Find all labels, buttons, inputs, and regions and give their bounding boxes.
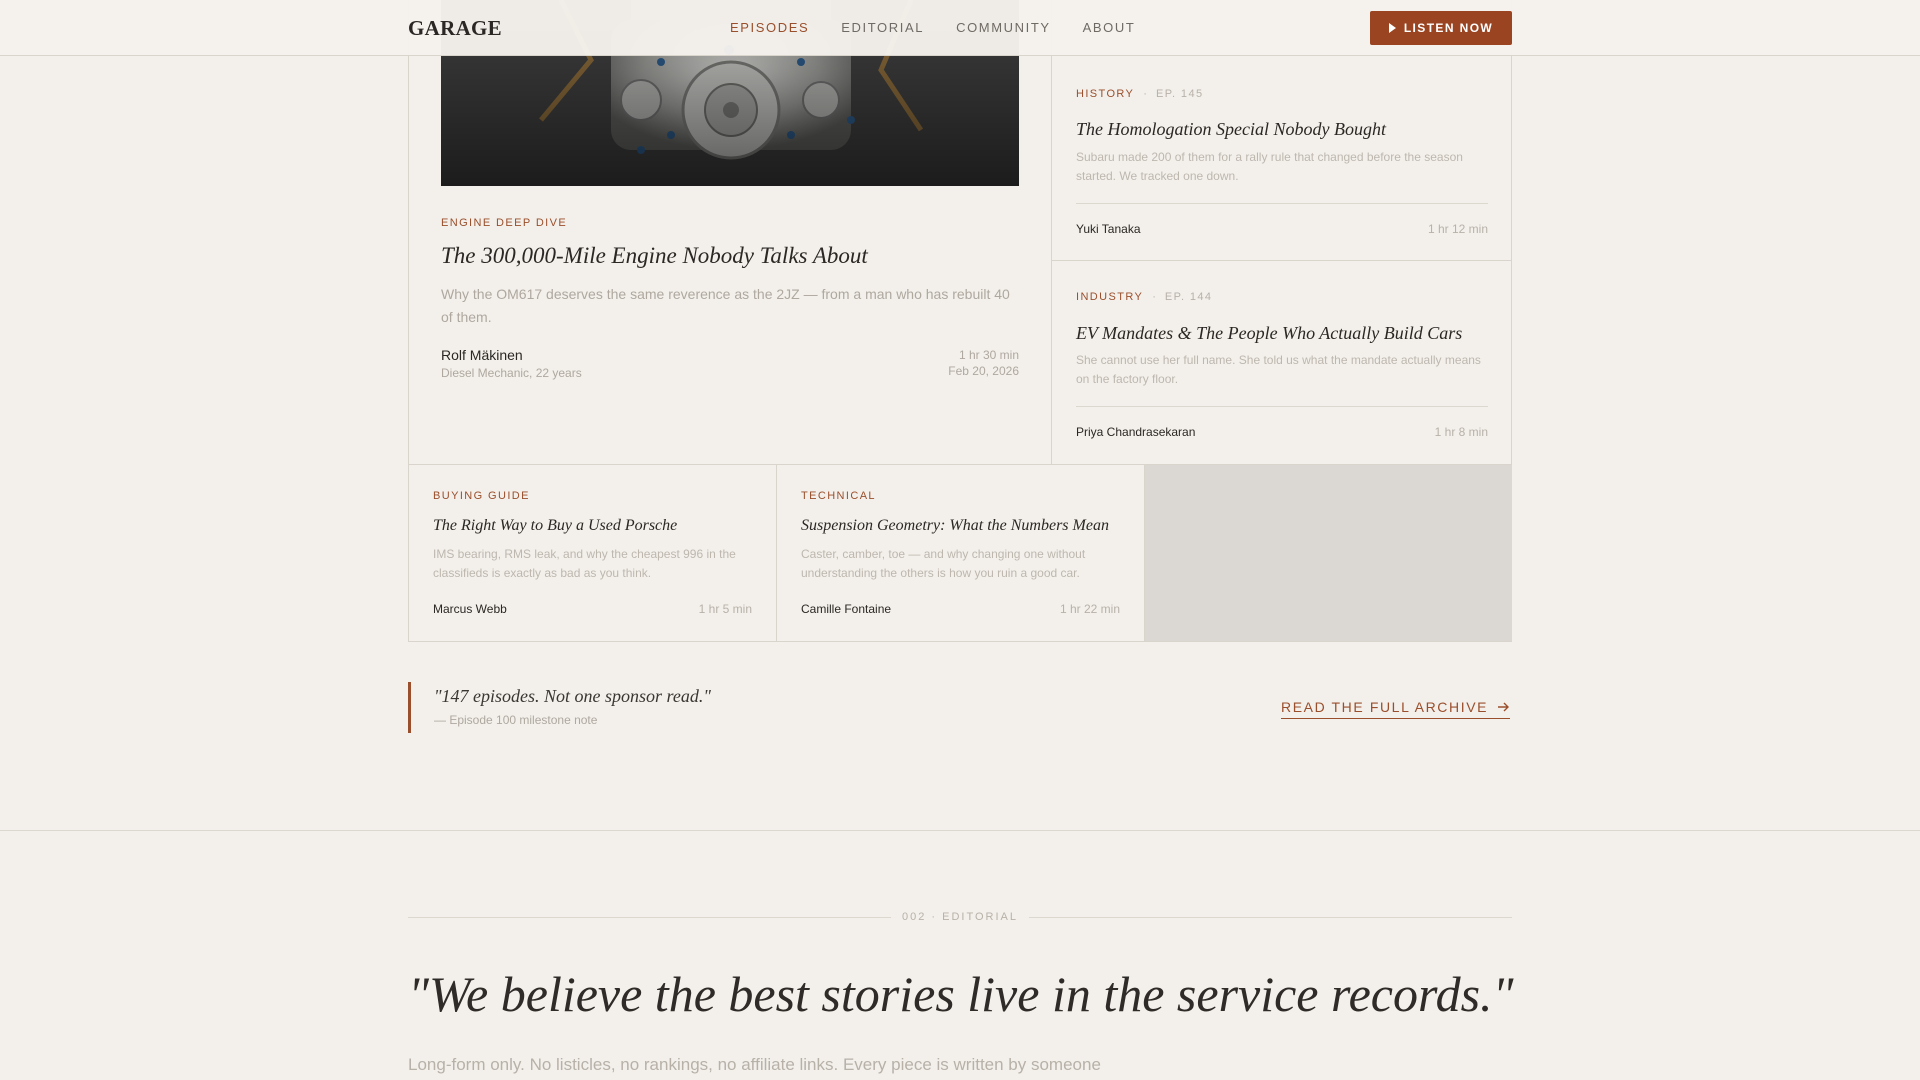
card-divider	[1076, 406, 1488, 407]
card-category: INDUSTRY	[1076, 291, 1144, 303]
card-duration: 1 hr 22 min	[1059, 602, 1120, 616]
placeholder-card	[1145, 465, 1512, 641]
card-author: Priya Chandrasekaran	[1076, 425, 1196, 439]
card-description: She cannot use her full name. She told u…	[1076, 353, 1481, 386]
featured-episode[interactable]: ENGINE DEEP DIVE The 300,000-Mile Engine…	[409, 0, 1052, 465]
editorial-rule-left	[408, 917, 891, 918]
episode-number: EP. 145	[1155, 88, 1204, 100]
card-description: IMS bearing, RMS leak, and why the cheap…	[433, 547, 736, 580]
card-category: TECHNICAL	[801, 490, 876, 502]
listen-now-button[interactable]: LISTEN NOW	[1370, 11, 1512, 45]
card-duration: 1 hr 8 min	[1434, 425, 1488, 439]
card-meta: INDUSTRY · EP. 144	[1076, 291, 1212, 303]
site-header: GARAGE EPISODES EDITORIAL COMMUNITY ABOU…	[0, 0, 1920, 56]
episode-card-buying-guide[interactable]: BUYING GUIDE The Right Way to Buy a Used…	[409, 465, 777, 641]
feature-author-role: Diesel Mechanic, 22 years	[441, 366, 582, 380]
episode-number: EP. 144	[1164, 291, 1213, 303]
episode-card-industry[interactable]: INDUSTRY · EP. 144 EV Mandates & The Peo…	[1052, 261, 1512, 465]
card-title[interactable]: Suspension Geometry: What the Numbers Me…	[801, 517, 1109, 535]
editorial-body: Long-form only. No listicles, no ranking…	[408, 1055, 1101, 1074]
card-author: Camille Fontaine	[801, 602, 892, 616]
nav-about[interactable]: ABOUT	[1083, 20, 1136, 35]
feature-author: Rolf Mäkinen	[441, 347, 523, 363]
card-duration: 1 hr 5 min	[698, 602, 752, 616]
card-meta: HISTORY · EP. 145	[1076, 88, 1204, 100]
main-nav: EPISODES EDITORIAL COMMUNITY ABOUT	[730, 20, 1135, 35]
card-title[interactable]: EV Mandates & The People Who Actually Bu…	[1076, 323, 1462, 344]
arrow-right-icon	[1498, 702, 1510, 712]
site-logo[interactable]: GARAGE	[408, 16, 502, 41]
card-author: Marcus Webb	[433, 602, 507, 616]
feature-category: ENGINE DEEP DIVE	[441, 217, 568, 229]
card-description: Caster, camber, toe — and why changing o…	[801, 547, 1086, 580]
card-title[interactable]: The Homologation Special Nobody Bought	[1076, 119, 1386, 140]
play-icon	[1388, 23, 1396, 33]
section-divider	[0, 830, 1920, 831]
feature-date: Feb 20, 2026	[948, 364, 1019, 378]
editorial-quote: "We believe the best stories live in the…	[408, 966, 1514, 1022]
card-description: Subaru made 200 of them for a rally rule…	[1076, 150, 1463, 183]
nav-editorial[interactable]: EDITORIAL	[841, 20, 924, 35]
feature-duration: 1 hr 30 min	[958, 348, 1019, 362]
card-category: BUYING GUIDE	[433, 490, 530, 502]
card-category: HISTORY	[1076, 88, 1135, 100]
card-author: Yuki Tanaka	[1076, 222, 1141, 236]
quote-citation: — Episode 100 milestone note	[434, 713, 598, 727]
feature-title[interactable]: The 300,000-Mile Engine Nobody Talks Abo…	[441, 243, 868, 269]
episode-card-technical[interactable]: TECHNICAL Suspension Geometry: What the …	[777, 465, 1145, 641]
nav-community[interactable]: COMMUNITY	[956, 20, 1051, 35]
read-archive-link[interactable]: READ THE FULL ARCHIVE	[1281, 699, 1511, 719]
listen-now-label: LISTEN NOW	[1403, 21, 1494, 35]
card-duration: 1 hr 12 min	[1427, 222, 1488, 236]
card-divider	[1076, 203, 1488, 204]
quote-text: "147 episodes. Not one sponsor read."	[434, 686, 711, 706]
milestone-quote: "147 episodes. Not one sponsor read." — …	[408, 682, 711, 733]
nav-episodes[interactable]: EPISODES	[730, 20, 809, 35]
editorial-section-label: 002 · EDITORIAL	[902, 911, 1018, 923]
card-title[interactable]: The Right Way to Buy a Used Porsche	[433, 517, 677, 535]
episode-card-history[interactable]: HISTORY · EP. 145 The Homologation Speci…	[1052, 56, 1512, 261]
meta-separator: ·	[1152, 291, 1156, 303]
meta-separator: ·	[1143, 88, 1147, 100]
feature-description: Why the OM617 deserves the same reverenc…	[441, 286, 1010, 325]
editorial-rule-right	[1029, 917, 1512, 918]
episode-grid: ENGINE DEEP DIVE The 300,000-Mile Engine…	[408, 0, 1512, 642]
archive-link-label: READ THE FULL ARCHIVE	[1281, 699, 1489, 715]
